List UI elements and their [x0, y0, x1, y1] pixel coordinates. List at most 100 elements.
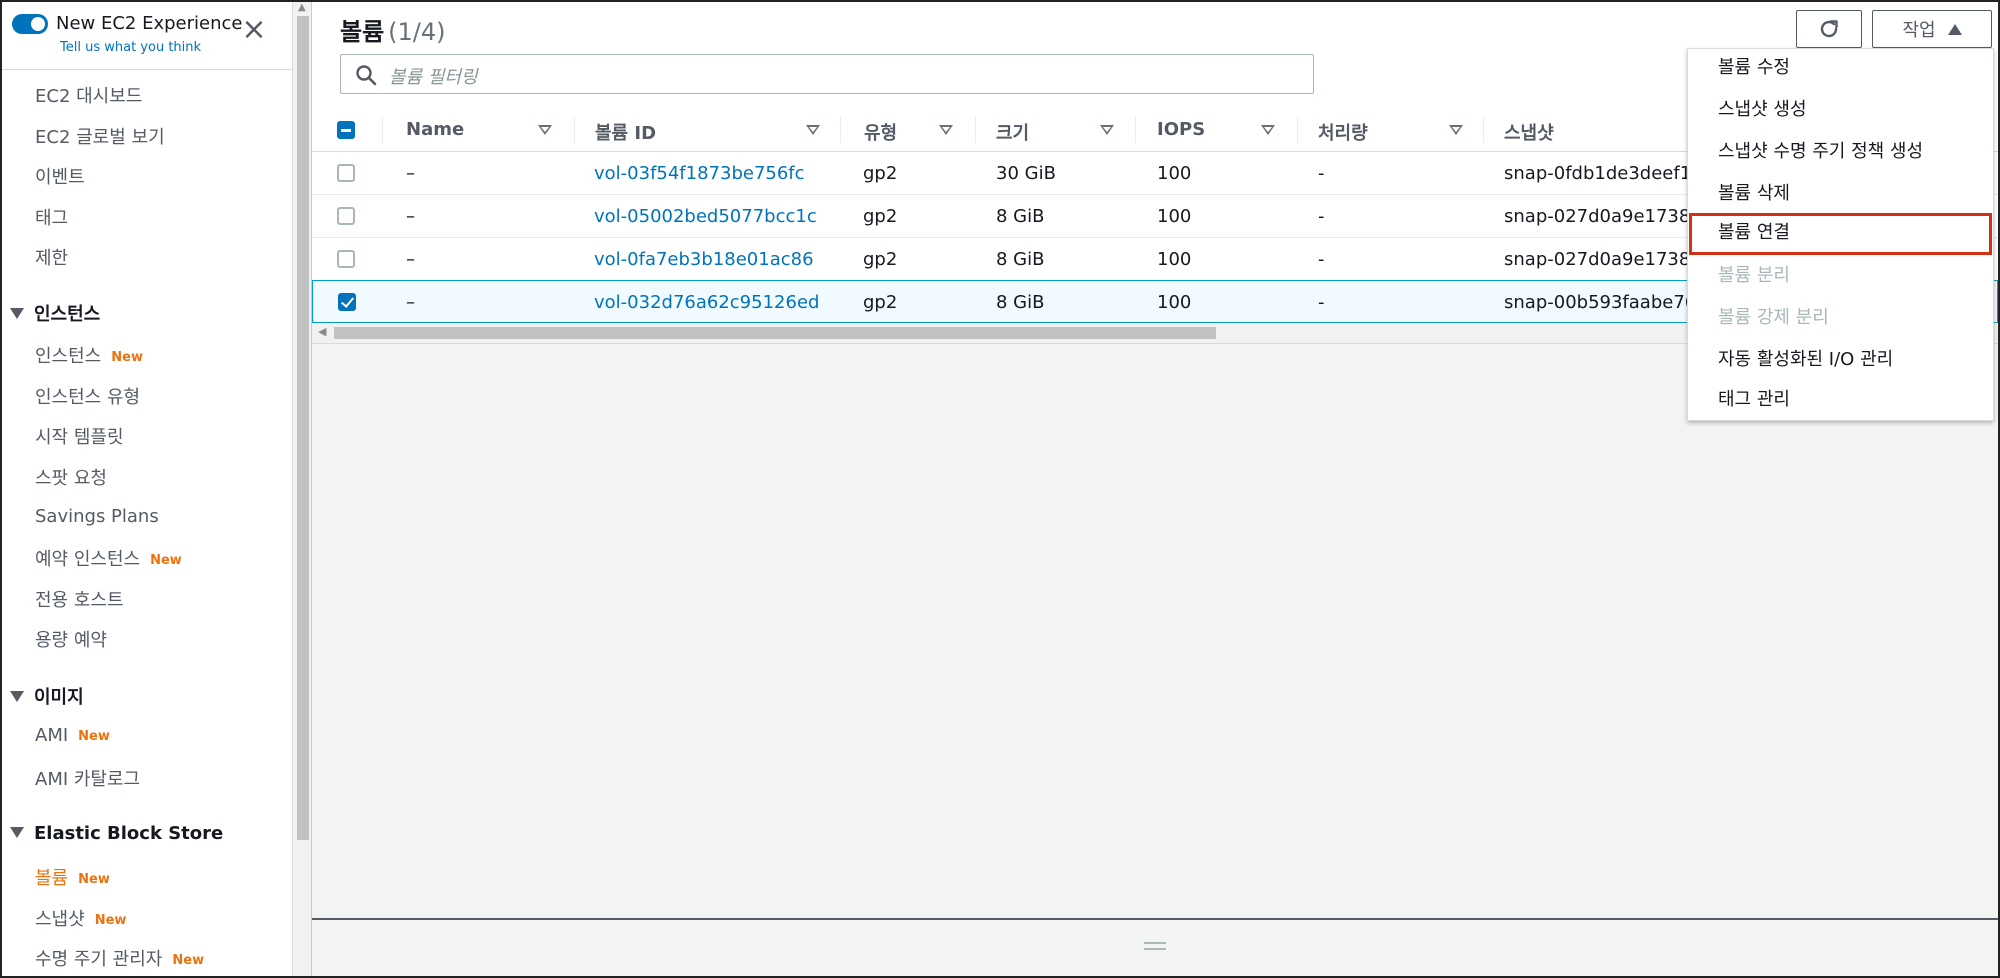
search-placeholder: 볼륨 필터링	[389, 67, 478, 88]
new-badge: New	[172, 953, 205, 968]
row-checkbox[interactable]	[338, 293, 356, 311]
menu-item-create-lifecycle-policy[interactable]: 스냅샷 수명 주기 정책 생성	[1689, 133, 1992, 175]
feedback-link[interactable]: Tell us what you think	[60, 40, 201, 55]
cell-type: gp2	[863, 249, 898, 270]
new-experience-toggle[interactable]	[12, 14, 48, 34]
sidebar-item-events[interactable]: 이벤트	[35, 163, 85, 189]
sidebar-item-reserved-instances[interactable]: 예약 인스턴스 New	[35, 545, 182, 571]
page-title: 볼륨 (1/4)	[340, 18, 446, 46]
close-icon[interactable]: ×	[240, 15, 268, 45]
column-header-name[interactable]: Name	[406, 119, 464, 140]
sort-icon[interactable]	[939, 125, 953, 135]
cell-snapshot: snap-027d0a9e1738c	[1504, 249, 1701, 270]
new-experience-banner: New EC2 Experience Tell us what you thin…	[2, 2, 292, 70]
cell-type: gp2	[863, 163, 898, 184]
column-header-iops[interactable]: IOPS	[1157, 119, 1205, 140]
volume-id-link[interactable]: vol-0fa7eb3b18e01ac86	[594, 249, 814, 270]
sidebar-section-images[interactable]: 이미지	[10, 683, 84, 709]
caret-down-icon	[10, 308, 24, 319]
sort-icon[interactable]	[1449, 125, 1463, 135]
cell-name: –	[406, 163, 415, 184]
sidebar-section-instances[interactable]: 인스턴스	[10, 300, 100, 326]
scroll-left-icon[interactable]: ◀	[318, 325, 326, 338]
sidebar: New EC2 Experience Tell us what you thin…	[2, 2, 292, 976]
column-header-volume-id[interactable]: 볼륨 ID	[595, 119, 656, 145]
column-divider	[1135, 117, 1136, 143]
sidebar-item-instance-types[interactable]: 인스턴스 유형	[35, 383, 140, 409]
horizontal-scrollbar-thumb[interactable]	[334, 327, 1216, 339]
cell-iops: 100	[1157, 206, 1192, 227]
refresh-icon	[1820, 20, 1838, 38]
sidebar-item-lifecycle-manager[interactable]: 수명 주기 관리자 New	[35, 945, 204, 971]
column-divider	[975, 117, 976, 143]
column-header-snapshot[interactable]: 스냅샷	[1504, 119, 1554, 145]
sidebar-scrollbar-thumb[interactable]	[297, 16, 309, 840]
volume-id-link[interactable]: vol-032d76a62c95126ed	[594, 292, 819, 313]
sidebar-section-ebs[interactable]: Elastic Block Store	[10, 823, 223, 844]
scroll-up-icon[interactable]: ▲	[298, 2, 306, 13]
menu-item-create-snapshot[interactable]: 스냅샷 생성	[1689, 91, 1992, 133]
cell-iops: 100	[1157, 249, 1192, 270]
sidebar-item-dedicated-hosts[interactable]: 전용 호스트	[35, 586, 124, 612]
sidebar-item-global-view[interactable]: EC2 글로벌 보기	[35, 123, 165, 149]
column-header-throughput[interactable]: 처리량	[1318, 119, 1368, 145]
sort-icon[interactable]	[538, 125, 552, 135]
select-all-checkbox[interactable]	[337, 121, 355, 139]
sidebar-item-volumes[interactable]: 볼륨 New	[35, 864, 110, 890]
column-header-size[interactable]: 크기	[996, 119, 1029, 145]
volume-id-link[interactable]: vol-05002bed5077bcc1c	[594, 206, 817, 227]
menu-item-detach-volume: 볼륨 분리	[1718, 265, 1790, 286]
cell-snapshot: snap-027d0a9e1738c	[1504, 206, 1701, 227]
row-checkbox[interactable]	[337, 207, 355, 225]
sidebar-item-ami-catalog[interactable]: AMI 카탈로그	[35, 765, 140, 791]
row-checkbox[interactable]	[337, 164, 355, 182]
volume-id-link[interactable]: vol-03f54f1873be756fc	[594, 163, 805, 184]
new-badge: New	[94, 913, 127, 928]
selection-count: (1/4)	[388, 18, 446, 46]
menu-item-modify-volume[interactable]: 볼륨 수정	[1689, 49, 1992, 91]
menu-item-manage-auto-enabled-io[interactable]: 자동 활성화된 I/O 관리	[1689, 341, 1992, 383]
sidebar-item-launch-templates[interactable]: 시작 템플릿	[35, 423, 124, 449]
caret-up-icon	[1947, 23, 1962, 35]
cell-throughput: -	[1318, 292, 1325, 313]
sidebar-item-ec2-dashboard[interactable]: EC2 대시보드	[35, 82, 142, 108]
sidebar-item-spot-requests[interactable]: 스팟 요청	[35, 464, 107, 490]
sidebar-item-capacity-reservations[interactable]: 용량 예약	[35, 626, 107, 652]
cell-name: –	[406, 292, 415, 313]
sidebar-item-ami[interactable]: AMI New	[35, 725, 110, 746]
row-checkbox[interactable]	[337, 250, 355, 268]
actions-button[interactable]: 작업	[1872, 10, 1992, 48]
search-icon	[356, 65, 377, 86]
new-badge: New	[78, 872, 110, 887]
sidebar-item-savings-plans[interactable]: Savings Plans	[35, 506, 159, 527]
cell-size: 30 GiB	[996, 163, 1056, 184]
column-divider	[1297, 117, 1298, 143]
sort-icon[interactable]	[1261, 125, 1275, 135]
sidebar-item-tags[interactable]: 태그	[35, 204, 68, 230]
cell-snapshot: snap-0fdb1de3deef1c	[1504, 163, 1702, 184]
sort-icon[interactable]	[806, 125, 820, 135]
sidebar-item-snapshots[interactable]: 스냅샷 New	[35, 905, 126, 931]
sidebar-scrollbar[interactable]: ▲	[292, 2, 312, 976]
sidebar-item-instances[interactable]: 인스턴스 New	[35, 342, 143, 368]
menu-item-attach-volume[interactable]: 볼륨 연결	[1689, 213, 1992, 255]
cell-name: –	[406, 206, 415, 227]
actions-dropdown-menu: 볼륨 수정 스냅샷 생성 스냅샷 수명 주기 정책 생성 볼륨 삭제 볼륨 연결…	[1687, 48, 1994, 421]
drag-handle-icon[interactable]	[1144, 942, 1166, 950]
column-divider	[1483, 117, 1484, 143]
sidebar-item-limits[interactable]: 제한	[35, 244, 68, 270]
cell-iops: 100	[1157, 292, 1192, 313]
cell-throughput: -	[1318, 249, 1325, 270]
search-input[interactable]: 볼륨 필터링	[340, 54, 1314, 94]
refresh-button[interactable]	[1796, 10, 1862, 48]
menu-item-manage-tags[interactable]: 태그 관리	[1689, 381, 1992, 423]
cell-size: 8 GiB	[996, 249, 1045, 270]
column-header-type[interactable]: 유형	[864, 119, 897, 145]
cell-size: 8 GiB	[996, 206, 1045, 227]
actions-button-label: 작업	[1902, 20, 1936, 41]
split-panel-divider[interactable]	[312, 918, 1998, 976]
cell-type: gp2	[863, 206, 898, 227]
menu-item-delete-volume[interactable]: 볼륨 삭제	[1689, 175, 1992, 217]
menu-item-force-detach-volume: 볼륨 강제 분리	[1718, 307, 1829, 328]
sort-icon[interactable]	[1100, 125, 1114, 135]
